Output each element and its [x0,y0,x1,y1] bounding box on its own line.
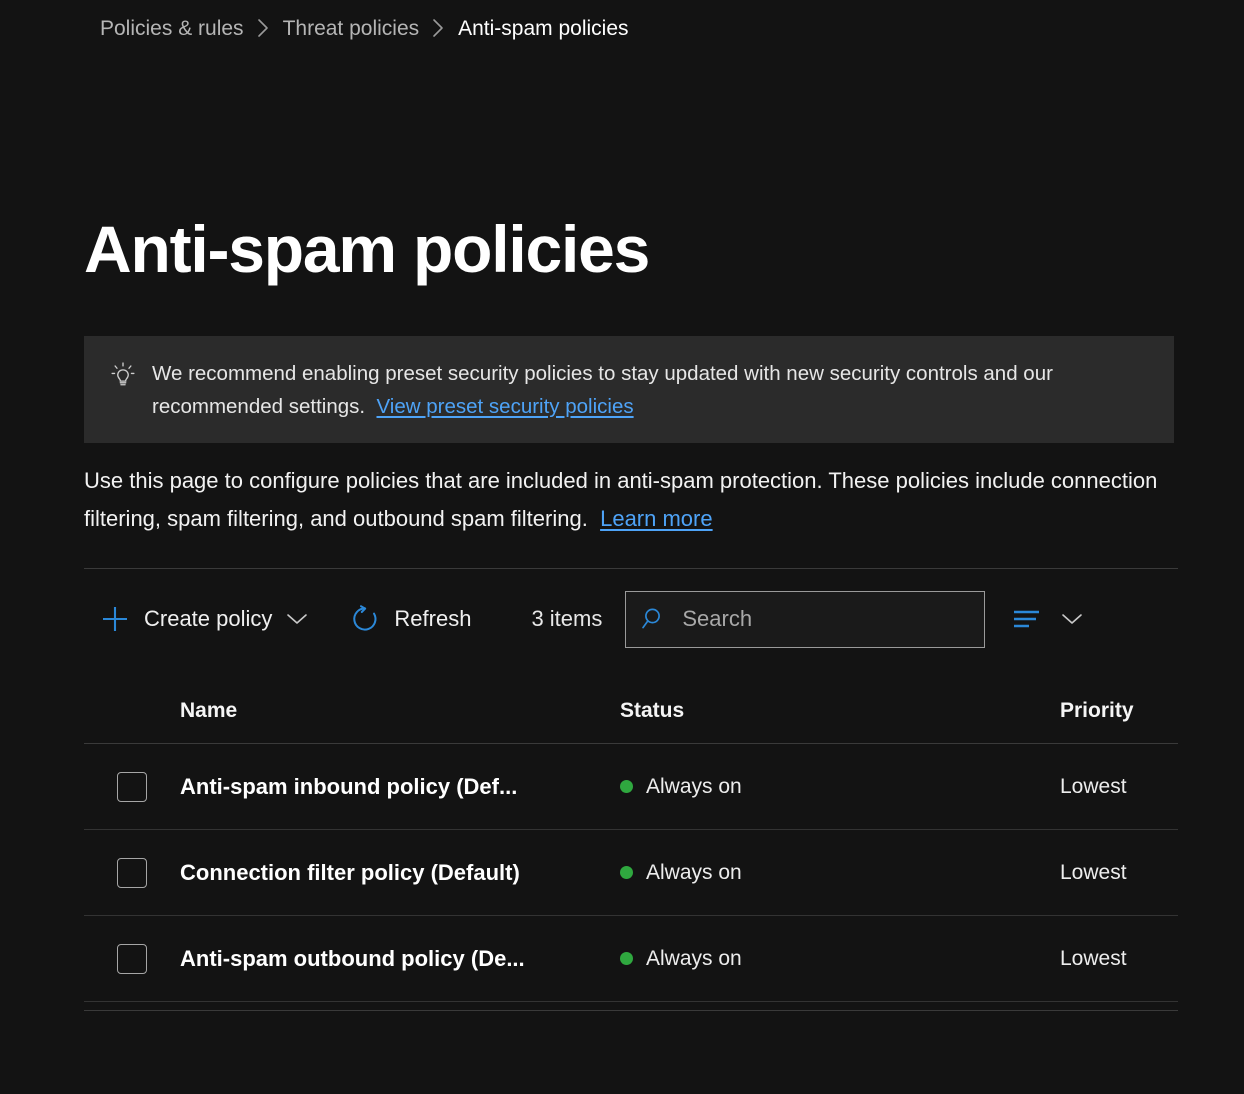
status-dot-icon [620,780,633,793]
cell-status: Always on [620,861,1060,885]
recommendation-banner: We recommend enabling preset security po… [84,336,1174,443]
refresh-button[interactable]: Refresh [350,597,471,641]
create-policy-button[interactable]: Create policy [100,597,308,641]
search-box[interactable] [625,590,986,648]
page-description: Use this page to configure policies that… [84,462,1180,537]
row-checkbox-cell [84,771,180,802]
cell-policy-name[interactable]: Connection filter policy (Default) [180,860,620,886]
status-dot-icon [620,952,633,965]
column-header-status[interactable]: Status [620,699,1060,723]
status-label: Always on [646,860,742,884]
refresh-icon [350,604,380,634]
command-bar-top-divider [84,568,1178,569]
cell-priority: Lowest [1060,774,1127,798]
cell-status: Always on [620,775,1060,799]
row-checkbox[interactable] [117,943,147,974]
plus-icon [100,604,130,634]
table-header-row: Name Status Priority [84,678,1178,744]
row-checkbox[interactable] [117,857,147,888]
chevron-down-icon[interactable] [286,612,308,626]
breadcrumb-item-threat-policies[interactable]: Threat policies [283,18,420,39]
column-header-name[interactable]: Name [180,699,620,723]
sort-filter-icon [1011,606,1043,632]
cell-status: Always on [620,947,1060,971]
row-checkbox[interactable] [117,771,147,802]
create-policy-label: Create policy [144,606,273,631]
cell-policy-name[interactable]: Anti-spam outbound policy (De... [180,946,620,972]
table-row[interactable]: Anti-spam inbound policy (Def... Always … [84,744,1178,830]
table-bottom-divider [84,1010,1178,1011]
cell-priority: Lowest [1060,860,1127,884]
cell-policy-name[interactable]: Anti-spam inbound policy (Def... [180,774,620,800]
refresh-label: Refresh [394,606,472,631]
lightbulb-icon [108,360,138,390]
view-preset-security-policies-link[interactable]: View preset security policies [376,395,633,418]
item-count: 3 items [531,606,603,631]
breadcrumb: Policies & rules Threat policies Anti-sp… [100,18,629,39]
learn-more-link[interactable]: Learn more [600,506,713,531]
policies-table: Name Status Priority Anti-spam inbound p… [84,678,1178,1002]
status-dot-icon [620,866,633,879]
breadcrumb-item-policies-rules[interactable]: Policies & rules [100,18,244,39]
filter-options-button[interactable] [1011,606,1083,632]
status-label: Always on [646,946,742,970]
table-row[interactable]: Anti-spam outbound policy (De... Always … [84,916,1178,1002]
chevron-right-icon [257,18,270,38]
chevron-down-icon[interactable] [1061,612,1083,626]
row-checkbox-cell [84,943,180,974]
page-title: Anti-spam policies [84,212,650,287]
status-label: Always on [646,774,742,798]
command-bar: Create policy Refresh 3 items [84,588,1178,650]
breadcrumb-item-anti-spam-policies: Anti-spam policies [458,17,629,40]
cell-priority: Lowest [1060,946,1127,970]
anti-spam-policies-page: Policies & rules Threat policies Anti-sp… [0,0,1244,1094]
search-input[interactable] [680,605,973,633]
chevron-right-icon [432,18,445,38]
table-row[interactable]: Connection filter policy (Default) Alway… [84,830,1178,916]
banner-text-block: We recommend enabling preset security po… [152,358,1152,423]
column-header-priority[interactable]: Priority [1060,699,1178,723]
search-icon [640,605,668,633]
row-checkbox-cell [84,857,180,888]
